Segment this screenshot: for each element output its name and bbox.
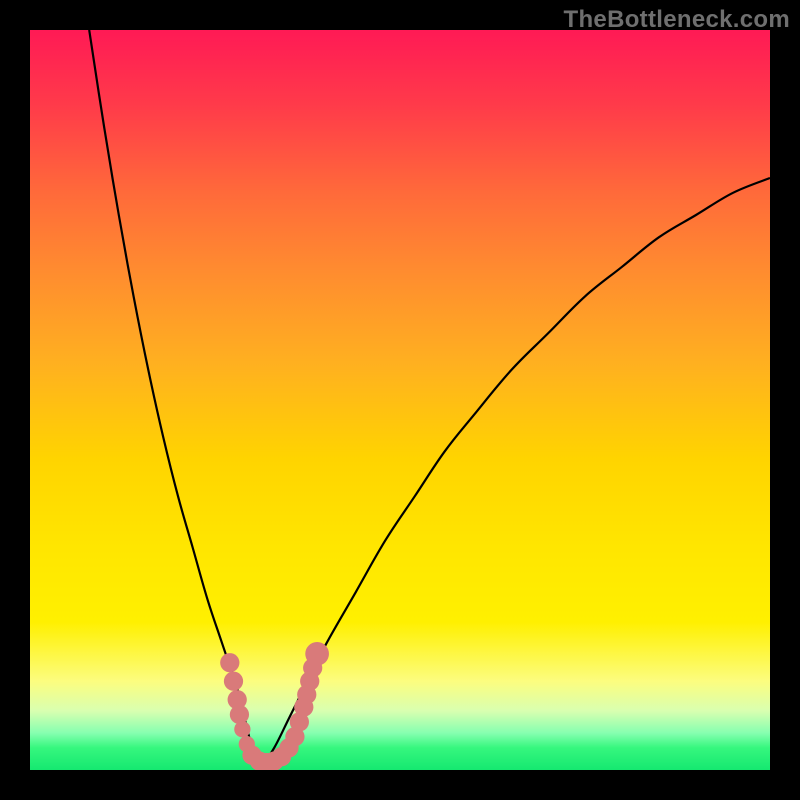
data-marker: [220, 653, 239, 672]
chart-frame: TheBottleneck.com: [0, 0, 800, 800]
watermark-text: TheBottleneck.com: [564, 6, 790, 34]
chart-svg: [30, 30, 770, 770]
data-marker: [224, 672, 243, 691]
plot-area: [30, 30, 770, 770]
data-marker: [234, 721, 250, 737]
right-branch-curve: [259, 178, 770, 770]
data-marker: [230, 705, 249, 724]
data-marker: [305, 642, 329, 666]
curve-group: [89, 30, 770, 770]
marker-group: [220, 642, 329, 770]
